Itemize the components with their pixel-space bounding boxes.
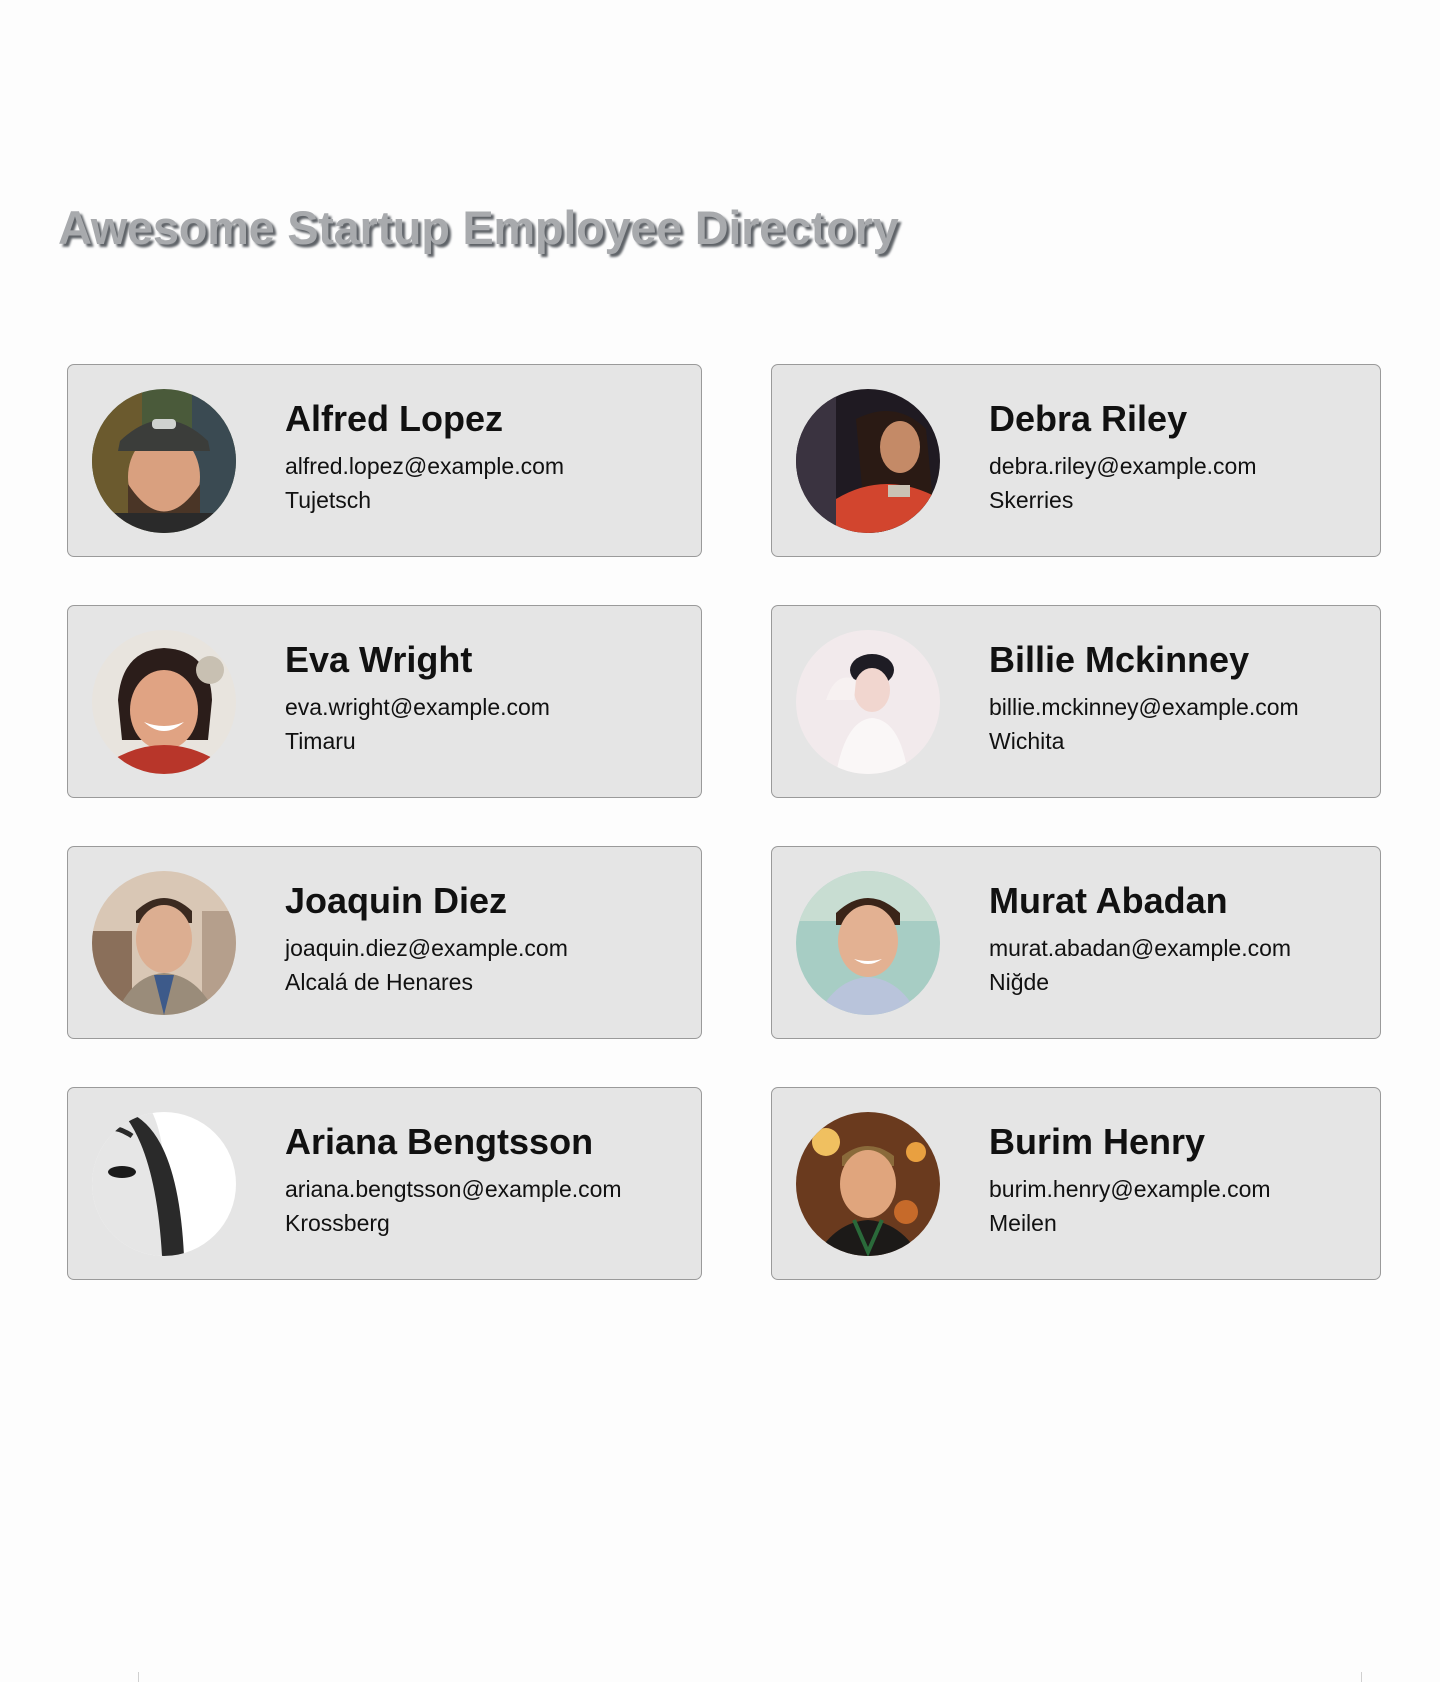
employee-email: debra.riley@example.com (989, 453, 1257, 479)
employee-name: Burim Henry (989, 1121, 1206, 1162)
employee-card[interactable]: Billie Mckinney billie.mckinney@example.… (771, 605, 1381, 798)
employee-name: Ariana Bengtsson (285, 1121, 594, 1162)
employee-photo (92, 871, 236, 1015)
employee-name: Eva Wright (285, 639, 473, 680)
employee-card[interactable]: Joaquin Diez joaquin.diez@example.com Al… (67, 846, 702, 1039)
employee-city: Wichita (989, 728, 1065, 754)
employee-email: murat.abadan@example.com (989, 935, 1292, 961)
employee-name: Alfred Lopez (285, 398, 504, 439)
employee-email: joaquin.diez@example.com (285, 935, 568, 961)
employee-email: eva.wright@example.com (285, 694, 550, 720)
employee-photo (92, 1112, 236, 1256)
employee-email: ariana.bengtsson@example.com (285, 1176, 622, 1202)
employee-email: alfred.lopez@example.com (285, 453, 565, 479)
employee-city: Niğde (989, 969, 1050, 995)
employee-city: Tujetsch (285, 487, 372, 513)
divider (1361, 1672, 1362, 1682)
employee-name: Murat Abadan (989, 880, 1228, 921)
page-title: Awesome Startup Employee Directory (58, 201, 899, 254)
employee-name: Billie Mckinney (989, 639, 1250, 680)
employee-card[interactable]: Burim Henry burim.henry@example.com Meil… (771, 1087, 1381, 1280)
employee-name: Debra Riley (989, 398, 1188, 439)
employee-photo (796, 630, 940, 774)
employee-email: billie.mckinney@example.com (989, 694, 1299, 720)
employee-photo (796, 389, 940, 533)
employee-card[interactable]: Ariana Bengtsson ariana.bengtsson@exampl… (67, 1087, 702, 1280)
employee-name: Joaquin Diez (285, 880, 508, 921)
employee-city: Timaru (285, 728, 356, 754)
employee-photo (796, 871, 940, 1015)
employee-email: burim.henry@example.com (989, 1176, 1271, 1202)
employee-card[interactable]: Debra Riley debra.riley@example.com Sker… (771, 364, 1381, 557)
employee-photo (92, 630, 236, 774)
employee-photo (92, 389, 236, 533)
employee-city: Krossberg (285, 1210, 390, 1236)
employee-city: Skerries (989, 487, 1074, 513)
employee-card[interactable]: Alfred Lopez alfred.lopez@example.com Tu… (67, 364, 702, 557)
employee-city: Alcalá de Henares (285, 969, 473, 995)
employee-card[interactable]: Murat Abadan murat.abadan@example.com Ni… (771, 846, 1381, 1039)
employee-card[interactable]: Eva Wright eva.wright@example.com Timaru (67, 605, 702, 798)
divider (138, 1672, 139, 1682)
employee-photo (796, 1112, 940, 1256)
employee-city: Meilen (989, 1210, 1057, 1236)
